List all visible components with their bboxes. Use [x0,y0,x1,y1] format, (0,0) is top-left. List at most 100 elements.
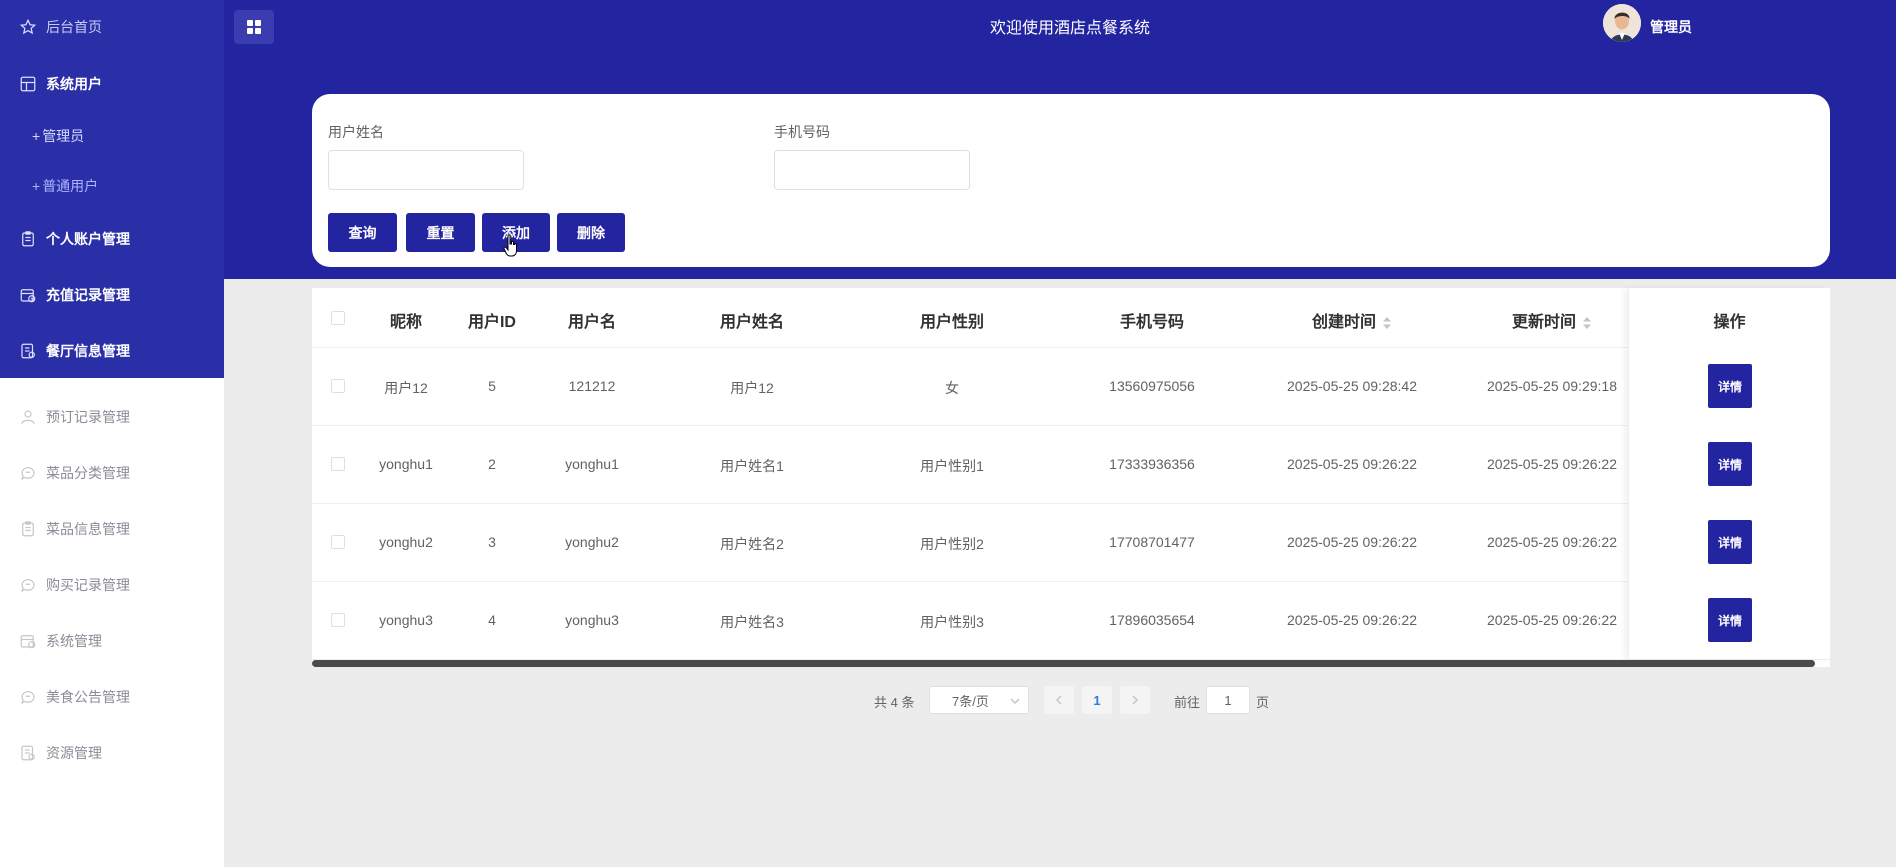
cell-gender: 女 [945,380,959,396]
sidebar-item-dish-category[interactable]: 菜品分类管理 [0,453,224,493]
horizontal-scrollbar[interactable] [312,660,1815,667]
sidebar-item-label: 系统用户 [46,76,102,92]
user-table: 昵称 用户ID 用户名 用户姓名 用户性别 手机号码 创建时间 更新时间 操作 … [312,288,1830,667]
hand-cursor-icon [503,234,517,257]
cell-gender: 用户性别2 [920,536,984,552]
sidebar-item-label: 预订记录管理 [46,409,130,425]
row-checkbox[interactable] [331,535,345,549]
delete-button[interactable]: 删除 [557,213,625,252]
page-size-select[interactable]: 7条/页 [929,686,1029,714]
star-icon [18,17,38,37]
document-icon [18,743,38,763]
col-username: 用户名 [567,314,616,331]
select-all-checkbox[interactable] [331,311,345,325]
detail-button[interactable]: 详情 [1708,364,1752,408]
detail-button[interactable]: 详情 [1708,598,1752,642]
prev-page-button[interactable] [1044,686,1074,714]
goto-prefix: 前往 [1174,695,1201,710]
page-title: 欢迎使用酒店点餐系统 [989,20,1150,37]
sidebar-item-resources[interactable]: 资源管理 [0,733,224,773]
reset-button[interactable]: 重置 [406,213,475,252]
sidebar-item-system-users[interactable]: 系统用户 [0,64,224,104]
col-real-name: 用户姓名 [719,314,784,331]
col-actions: 操作 [1713,314,1746,331]
cell-phone: 17896035654 [1109,612,1195,628]
sidebar-item-label: 个人账户管理 [46,231,130,247]
col-user-id: 用户ID [467,314,516,331]
header-divider [312,347,1830,348]
row-checkbox[interactable] [331,457,345,471]
next-page-button[interactable] [1120,686,1150,714]
goto-suffix: 页 [1256,695,1270,710]
cell-updated-time: 2025-05-25 09:26:22 [1487,534,1617,550]
sidebar-item-system[interactable]: 系统管理 [0,621,224,661]
cell-real-name: 用户姓名1 [720,458,784,474]
col-created-time[interactable]: 创建时间 [1252,308,1452,332]
sidebar-item-purchase[interactable]: 购买记录管理 [0,565,224,605]
cell-username: yonghu3 [565,612,619,628]
sidebar-item-restaurant[interactable]: 餐厅信息管理 [0,331,224,371]
cell-user-id: 4 [488,612,496,628]
col-updated-time-label: 更新时间 [1511,314,1576,331]
sidebar-subitem-regular-user[interactable]: + 普通用户 [0,166,224,206]
sidebar-subitem-admin[interactable]: + 管理员 [0,116,224,156]
goto-page-input[interactable]: 1 [1206,686,1250,714]
cell-updated-time: 2025-05-25 09:26:22 [1487,456,1617,472]
cell-created-time: 2025-05-25 09:26:22 [1287,612,1417,628]
phone-field-label: 手机号码 [774,124,830,140]
sidebar-item-label: 购买记录管理 [46,577,130,593]
sidebar-item-label: 美食公告管理 [46,689,130,705]
cell-nickname: 用户12 [384,380,428,396]
calendar-icon [18,631,38,651]
query-button[interactable]: 查询 [328,213,397,252]
cell-updated-time: 2025-05-25 09:26:22 [1487,612,1617,628]
row-checkbox[interactable] [331,379,345,393]
chevron-left-icon [1056,695,1062,705]
sidebar-item-reservation[interactable]: 预订记录管理 [0,397,224,437]
page-number-button[interactable]: 1 [1082,686,1112,714]
cell-real-name: 用户姓名3 [720,614,784,630]
phone-search-input[interactable] [774,150,970,190]
col-nickname: 昵称 [389,314,422,331]
sort-icon[interactable] [1382,316,1392,330]
col-updated-time[interactable]: 更新时间 [1452,308,1652,332]
sidebar-item-announcement[interactable]: 美食公告管理 [0,677,224,717]
chat-icon [18,463,38,483]
detail-button[interactable]: 详情 [1708,520,1752,564]
sidebar-item-home[interactable]: 后台首页 [0,7,224,47]
col-created-time-label: 创建时间 [1311,314,1376,331]
cell-updated-time: 2025-05-25 09:29:18 [1487,378,1617,394]
chevron-down-icon [1010,698,1020,704]
row-checkbox[interactable] [331,613,345,627]
cell-username: 121212 [568,378,616,394]
cell-real-name: 用户12 [730,380,774,396]
sidebar-item-account[interactable]: 个人账户管理 [0,219,224,259]
cell-gender: 用户性别3 [920,614,984,630]
sort-icon[interactable] [1582,316,1592,330]
detail-button[interactable]: 详情 [1708,442,1752,486]
chevron-right-icon [1132,695,1138,705]
sidebar-item-recharge[interactable]: 充值记录管理 [0,275,224,315]
plus-icon: + [32,178,41,194]
cell-phone: 17333936356 [1109,456,1195,472]
avatar[interactable] [1603,4,1641,42]
user-name[interactable]: 管理员 [1650,17,1692,37]
cell-gender: 用户性别1 [920,458,984,474]
user-icon [18,407,38,427]
row-divider [312,581,1830,582]
col-gender: 用户性别 [919,314,984,331]
cell-user-id: 3 [488,534,496,550]
sidebar-item-label: 后台首页 [46,19,102,35]
apps-icon [247,20,261,34]
sidebar-item-label: 系统管理 [46,633,102,649]
chat-icon [18,575,38,595]
cell-created-time: 2025-05-25 09:26:22 [1287,456,1417,472]
row-divider [312,503,1830,504]
document-icon [18,341,38,361]
avatar-image [1603,4,1641,42]
cell-username: yonghu1 [565,456,619,472]
cell-nickname: yonghu3 [379,612,433,628]
sidebar-item-dish-info[interactable]: 菜品信息管理 [0,509,224,549]
name-search-input[interactable] [328,150,524,190]
menu-toggle-button[interactable] [234,10,274,44]
